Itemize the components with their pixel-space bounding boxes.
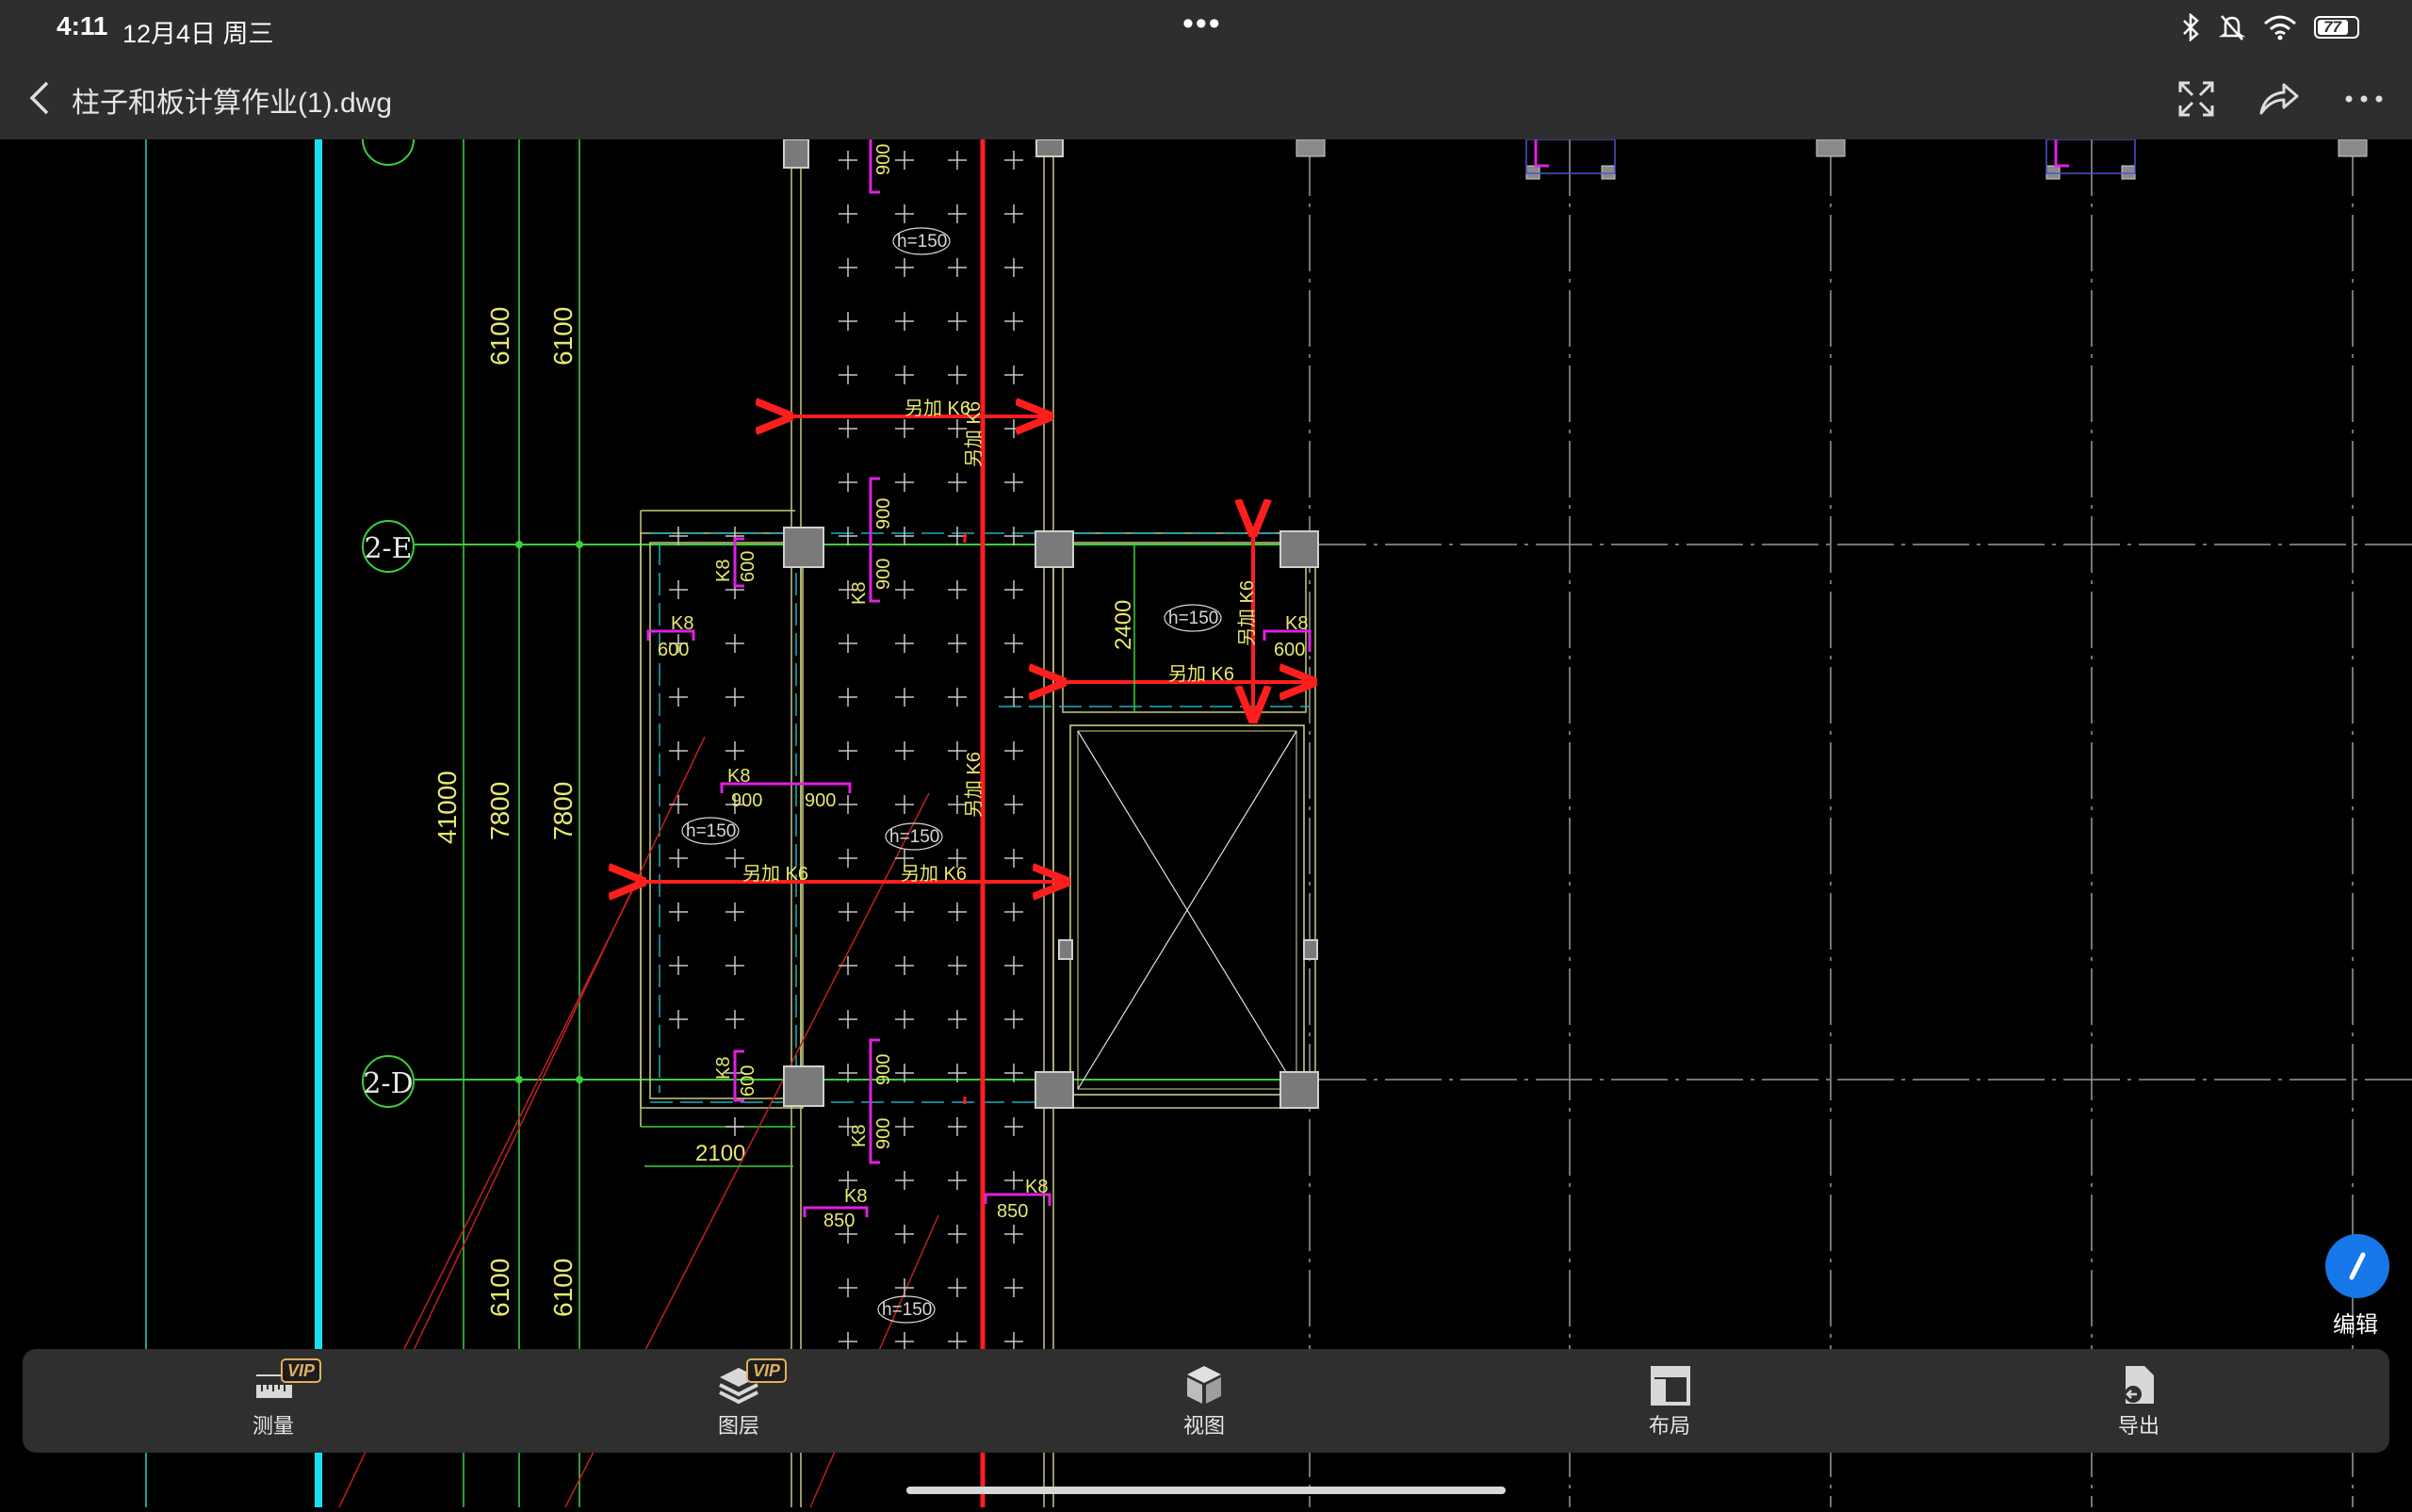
label-850-a: 850	[823, 1211, 855, 1231]
layout-tool[interactable]: 布局	[1604, 1362, 1736, 1447]
label-850-b: 850	[997, 1201, 1028, 1222]
label-900-e: 900	[873, 559, 894, 590]
label-900-f: 900	[873, 1054, 894, 1085]
thickness-tag-5: h=150	[882, 1300, 932, 1320]
axis-label-2d: 2-D	[363, 1067, 413, 1100]
export-tool[interactable]: 导出	[2073, 1362, 2205, 1447]
slab-thickness-tags: h=150 h=150 h=150 h=150 h=150	[681, 227, 1222, 1324]
mute-bell-icon	[2218, 15, 2246, 41]
multitask-dots[interactable]: •••	[1182, 6, 1222, 42]
label-900-a: 900	[731, 790, 762, 811]
dim-7800-a: 7800	[485, 782, 514, 840]
label-900-c: 900	[873, 144, 894, 175]
export-label: 导出	[2117, 1414, 2159, 1438]
status-icons: 77	[2180, 13, 2359, 41]
thickness-tag-3: h=150	[686, 821, 736, 841]
file-title: 柱子和板计算作业(1).dwg	[72, 88, 393, 119]
view-label: 视图	[1182, 1414, 1225, 1438]
slab-outlines	[640, 139, 1316, 1507]
label-k8-f: K8	[713, 560, 734, 582]
bluetooth-icon	[2183, 13, 2199, 41]
edit-button[interactable]	[2325, 1234, 2389, 1298]
battery-level: 77	[2323, 18, 2341, 36]
axis-bubble-2d: 2-D	[362, 1055, 415, 1108]
thickness-tag-2: h=150	[1168, 609, 1218, 628]
label-600-a: 600	[658, 640, 689, 660]
edit-button-label: 编辑	[2333, 1312, 2378, 1338]
ruler-icon: VIP	[245, 1358, 322, 1407]
dim-6100-c: 6100	[485, 1259, 514, 1317]
status-bar: 4:11 12月4日 周三 ••• 77	[0, 0, 2412, 58]
axis-bubble-2e: 2-E	[362, 520, 415, 573]
dim-41000: 41000	[432, 771, 462, 844]
wifi-icon	[2264, 15, 2296, 41]
axis-bubble-top	[362, 113, 415, 166]
cube-icon	[1176, 1362, 1232, 1407]
layout-icon	[1641, 1362, 1698, 1407]
vip-badge-measure: VIP	[281, 1358, 322, 1383]
layers-icon: VIP	[710, 1358, 788, 1407]
label-add-k6-d: 另加 K6	[901, 863, 967, 885]
label-k8-e: K8	[1025, 1177, 1048, 1197]
red-rebars	[643, 139, 1313, 1507]
measure-tool[interactable]: VIP 测量	[207, 1358, 339, 1447]
layers-label: 图层	[717, 1414, 759, 1438]
dim-2400: 2400	[1111, 600, 1136, 650]
view-tool[interactable]: 视图	[1138, 1362, 1270, 1447]
axis-label-2e: 2-E	[364, 532, 412, 565]
fullscreen-icon[interactable]	[2173, 75, 2220, 122]
label-k8-h: K8	[713, 1057, 734, 1080]
label-add-k6-c: 另加 K6	[742, 863, 808, 885]
more-options-icon[interactable]	[2340, 75, 2388, 122]
dim-6100-b: 6100	[548, 307, 578, 366]
cad-drawing-canvas[interactable]: 2-E 2-D 6100 6100 41000 7800 7800 6100 6…	[0, 113, 2412, 1508]
slab-cross-markers	[669, 151, 1023, 1351]
label-add-k6-g: 另加 K6	[1236, 580, 1258, 646]
dimension-labels: 6100 6100 41000 7800 7800 6100 6100 2100…	[432, 307, 1136, 1317]
dim-2100: 2100	[695, 1141, 745, 1166]
status-time: 4:11	[57, 11, 108, 41]
label-add-k6-f: 另加 K6	[963, 752, 985, 818]
bottom-toolbar: VIP 测量 VIP 图层 视图 布局 导出	[23, 1349, 2389, 1453]
measure-label: 测量	[252, 1414, 294, 1438]
vip-badge-layers: VIP	[746, 1358, 788, 1383]
label-add-k6-e: 另加 K6	[963, 401, 985, 467]
share-icon[interactable]	[2256, 75, 2303, 122]
label-k8-d: K8	[844, 1186, 867, 1207]
label-k8-c: K8	[1285, 613, 1308, 634]
pencil-icon	[2349, 1252, 2366, 1280]
reference-lines	[145, 139, 580, 1507]
elevator-shaft	[1069, 724, 1305, 1096]
label-600-d: 600	[738, 1065, 758, 1097]
export-file-icon	[2110, 1362, 2167, 1407]
thickness-tag-1: h=150	[897, 232, 947, 252]
label-k8-g: K8	[849, 582, 870, 605]
dim-6100-d: 6100	[548, 1259, 578, 1317]
label-600-b: 600	[1274, 640, 1305, 660]
label-900-g: 900	[873, 1118, 894, 1149]
cad-drawing[interactable]: 2-E 2-D 6100 6100 41000 7800 7800 6100 6…	[0, 113, 2412, 1508]
label-add-k6-a: 另加 K6	[904, 398, 970, 419]
dim-6100-a: 6100	[485, 307, 514, 366]
label-k8-b: K8	[727, 766, 750, 787]
label-k8-i: K8	[849, 1125, 870, 1147]
battery-icon: 77	[2314, 16, 2359, 39]
label-k8-a: K8	[671, 613, 693, 634]
layout-label: 布局	[1648, 1414, 1690, 1438]
home-indicator[interactable]	[906, 1487, 1506, 1494]
label-600-c: 600	[738, 551, 758, 582]
right-grid-lines	[1309, 139, 2412, 1507]
status-date: 12月4日 周三	[122, 20, 274, 48]
label-900-d: 900	[873, 498, 894, 529]
label-900-b: 900	[805, 790, 836, 811]
layers-tool[interactable]: VIP 图层	[673, 1358, 805, 1447]
back-arrow-icon[interactable]	[23, 77, 60, 119]
dim-7800-b: 7800	[548, 782, 578, 840]
title-bar: 柱子和板计算作业(1).dwg	[0, 58, 2412, 140]
top-column-stubs	[1296, 138, 2368, 180]
thickness-tag-4: h=150	[889, 827, 939, 847]
label-add-k6-b: 另加 K6	[1168, 663, 1234, 685]
